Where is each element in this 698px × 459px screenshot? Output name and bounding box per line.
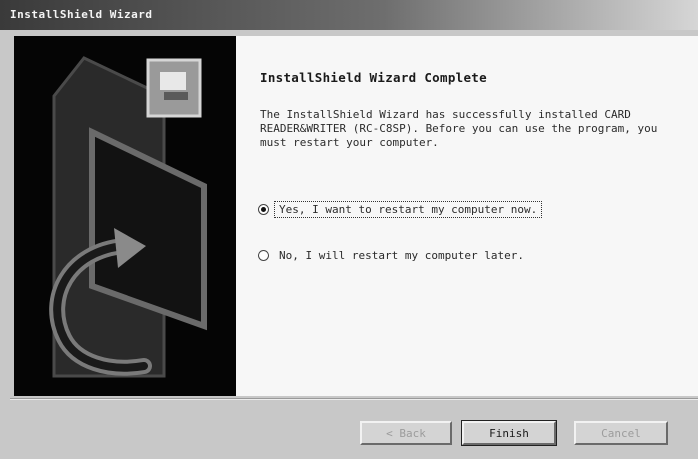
installer-window: InstallShield Wizard InstallShield Wizar… xyxy=(0,0,698,459)
installer-icon-monitor xyxy=(160,72,186,90)
restart-later-label[interactable]: No, I will restart my computer later. xyxy=(275,248,528,263)
cancel-button[interactable]: Cancel xyxy=(574,421,668,445)
restart-now-radio[interactable] xyxy=(258,204,269,215)
wizard-side-panel xyxy=(14,36,236,396)
setup-graphic xyxy=(49,56,207,378)
restart-later-radio[interactable] xyxy=(258,250,269,261)
completion-message: The InstallShield Wizard has successfull… xyxy=(260,108,658,149)
restart-now-option[interactable]: Yes, I want to restart my computer now. xyxy=(258,201,543,218)
footer-separator xyxy=(10,398,698,400)
page-heading: InstallShield Wizard Complete xyxy=(260,70,487,85)
wizard-content: InstallShield Wizard Complete The Instal… xyxy=(236,36,698,396)
title-bar[interactable]: InstallShield Wizard xyxy=(0,0,698,30)
restart-now-label[interactable]: Yes, I want to restart my computer now. xyxy=(273,201,543,218)
finish-button[interactable]: Finish xyxy=(461,420,557,446)
installer-icon-base xyxy=(164,92,188,100)
restart-later-option[interactable]: No, I will restart my computer later. xyxy=(258,248,528,263)
window-title: InstallShield Wizard xyxy=(10,8,153,21)
back-button[interactable]: < Back xyxy=(360,421,452,445)
